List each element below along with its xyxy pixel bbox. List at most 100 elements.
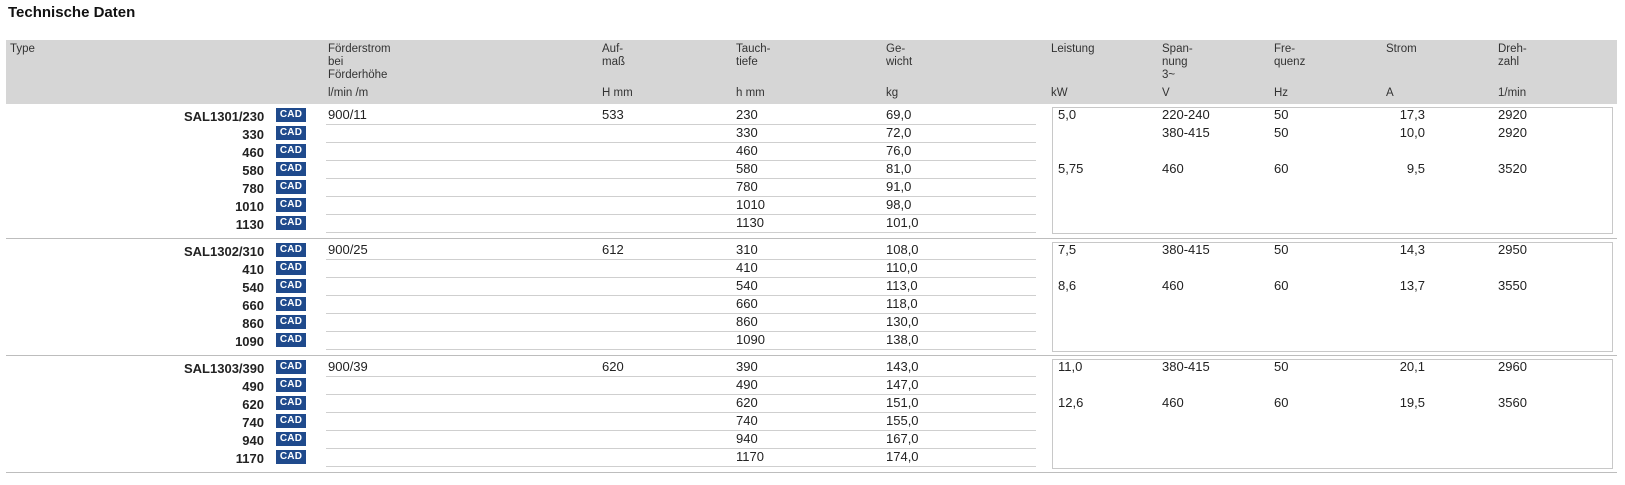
gewicht-value: 174,0 xyxy=(886,449,919,464)
cad-download-button[interactable]: CAD xyxy=(276,333,306,347)
cad-download-button[interactable]: CAD xyxy=(276,450,306,464)
cad-download-button[interactable]: CAD xyxy=(276,162,306,176)
strom-value: 19,5 xyxy=(1399,395,1425,410)
drehzahl-value: 2920 xyxy=(1498,125,1527,140)
gewicht-value: 76,0 xyxy=(886,143,912,158)
header-leistung-unit: kW xyxy=(1051,87,1068,99)
row-divider xyxy=(326,295,1036,296)
leistung-value: 5,0 xyxy=(1058,107,1077,122)
drehzahl-value: 2960 xyxy=(1498,359,1527,374)
cad-download-button[interactable]: CAD xyxy=(276,396,306,410)
tauchtiefe-value: 460 xyxy=(736,143,758,158)
cad-download-button[interactable]: CAD xyxy=(276,279,306,293)
row-divider xyxy=(326,466,1036,467)
type-name: 580 xyxy=(242,163,264,178)
cad-download-button[interactable]: CAD xyxy=(276,216,306,230)
electric-data-box xyxy=(1052,107,1613,234)
type-name: 460 xyxy=(242,145,264,160)
row-divider xyxy=(326,394,1036,395)
electric-data-box xyxy=(1052,359,1613,469)
header-aufmass-unit: H mm xyxy=(602,87,633,99)
type-name: 410 xyxy=(242,262,264,277)
tauchtiefe-value: 310 xyxy=(736,242,758,257)
cad-download-button[interactable]: CAD xyxy=(276,243,306,257)
tauchtiefe-value: 620 xyxy=(736,395,758,410)
tauchtiefe-value: 330 xyxy=(736,125,758,140)
row-divider xyxy=(326,376,1036,377)
type-name: 940 xyxy=(242,433,264,448)
gewicht-value: 143,0 xyxy=(886,359,919,374)
cad-download-button[interactable]: CAD xyxy=(276,432,306,446)
gewicht-value: 155,0 xyxy=(886,413,919,428)
type-name: 1010 xyxy=(235,199,264,214)
header-drehzahl: Dreh- zahl xyxy=(1498,43,1527,68)
header-aufmass: Auf- maß xyxy=(602,43,625,68)
frequenz-value: 60 xyxy=(1274,278,1289,293)
row-divider xyxy=(326,160,1036,161)
header-tauchtiefe-unit: h mm xyxy=(736,87,765,99)
type-name: 780 xyxy=(242,181,264,196)
spannung-value: 460 xyxy=(1162,395,1184,410)
leistung-value: 7,5 xyxy=(1058,242,1077,257)
gewicht-value: 81,0 xyxy=(886,161,912,176)
aufmass-value: 620 xyxy=(602,359,624,374)
drehzahl-value: 3550 xyxy=(1498,278,1527,293)
cad-download-button[interactable]: CAD xyxy=(276,198,306,212)
drehzahl-value: 3560 xyxy=(1498,395,1527,410)
drehzahl-value: 2920 xyxy=(1498,107,1527,122)
frequenz-value: 60 xyxy=(1274,395,1289,410)
cad-download-button[interactable]: CAD xyxy=(276,378,306,392)
row-divider xyxy=(326,277,1036,278)
strom-value: 17,3 xyxy=(1399,107,1425,122)
gewicht-value: 113,0 xyxy=(886,278,918,293)
drehzahl-value: 3520 xyxy=(1498,161,1527,176)
cad-download-button[interactable]: CAD xyxy=(276,360,306,374)
tauchtiefe-value: 490 xyxy=(736,377,758,392)
row-divider xyxy=(326,214,1036,215)
foerderstrom-value: 900/25 xyxy=(328,242,368,257)
header-foerderstrom: Förderstrom bei Förderhöhe xyxy=(328,43,391,81)
type-name: 490 xyxy=(242,379,264,394)
row-divider xyxy=(326,196,1036,197)
cad-download-button[interactable]: CAD xyxy=(276,144,306,158)
gewicht-value: 91,0 xyxy=(886,179,912,194)
electric-data-box xyxy=(1052,242,1613,352)
row-divider xyxy=(326,430,1036,431)
tauchtiefe-value: 860 xyxy=(736,314,758,329)
header-gewicht-unit: kg xyxy=(886,87,899,99)
cad-download-button[interactable]: CAD xyxy=(276,414,306,428)
tauchtiefe-value: 740 xyxy=(736,413,758,428)
foerderstrom-value: 900/11 xyxy=(328,107,367,122)
cad-download-button[interactable]: CAD xyxy=(276,108,306,122)
tauchtiefe-value: 1130 xyxy=(736,215,764,230)
spannung-value: 380-415 xyxy=(1162,242,1210,257)
type-name: 860 xyxy=(242,316,264,331)
cad-download-button[interactable]: CAD xyxy=(276,126,306,140)
aufmass-value: 612 xyxy=(602,242,624,257)
gewicht-value: 138,0 xyxy=(886,332,919,347)
tauchtiefe-value: 1010 xyxy=(736,197,765,212)
group-separator xyxy=(6,238,1617,239)
type-name: 330 xyxy=(242,127,264,142)
leistung-value: 11,0 xyxy=(1058,359,1083,374)
cad-download-button[interactable]: CAD xyxy=(276,261,306,275)
header-frequenz-unit: Hz xyxy=(1274,87,1289,99)
spannung-value: 460 xyxy=(1162,278,1184,293)
spannung-value: 460 xyxy=(1162,161,1184,176)
cad-download-button[interactable]: CAD xyxy=(276,180,306,194)
gewicht-value: 108,0 xyxy=(886,242,919,257)
leistung-value: 8,6 xyxy=(1058,278,1077,293)
cad-download-button[interactable]: CAD xyxy=(276,315,306,329)
strom-value: 9,5 xyxy=(1406,161,1425,176)
leistung-value: 12,6 xyxy=(1058,395,1084,410)
tauchtiefe-value: 1170 xyxy=(736,449,764,464)
type-name: 740 xyxy=(242,415,264,430)
gewicht-value: 101,0 xyxy=(886,215,919,230)
strom-value: 20,1 xyxy=(1399,359,1425,374)
spannung-value: 380-415 xyxy=(1162,125,1210,140)
type-name: 660 xyxy=(242,298,264,313)
cad-download-button[interactable]: CAD xyxy=(276,297,306,311)
strom-value: 10,0 xyxy=(1399,125,1425,140)
gewicht-value: 167,0 xyxy=(886,431,919,446)
row-divider xyxy=(326,142,1036,143)
